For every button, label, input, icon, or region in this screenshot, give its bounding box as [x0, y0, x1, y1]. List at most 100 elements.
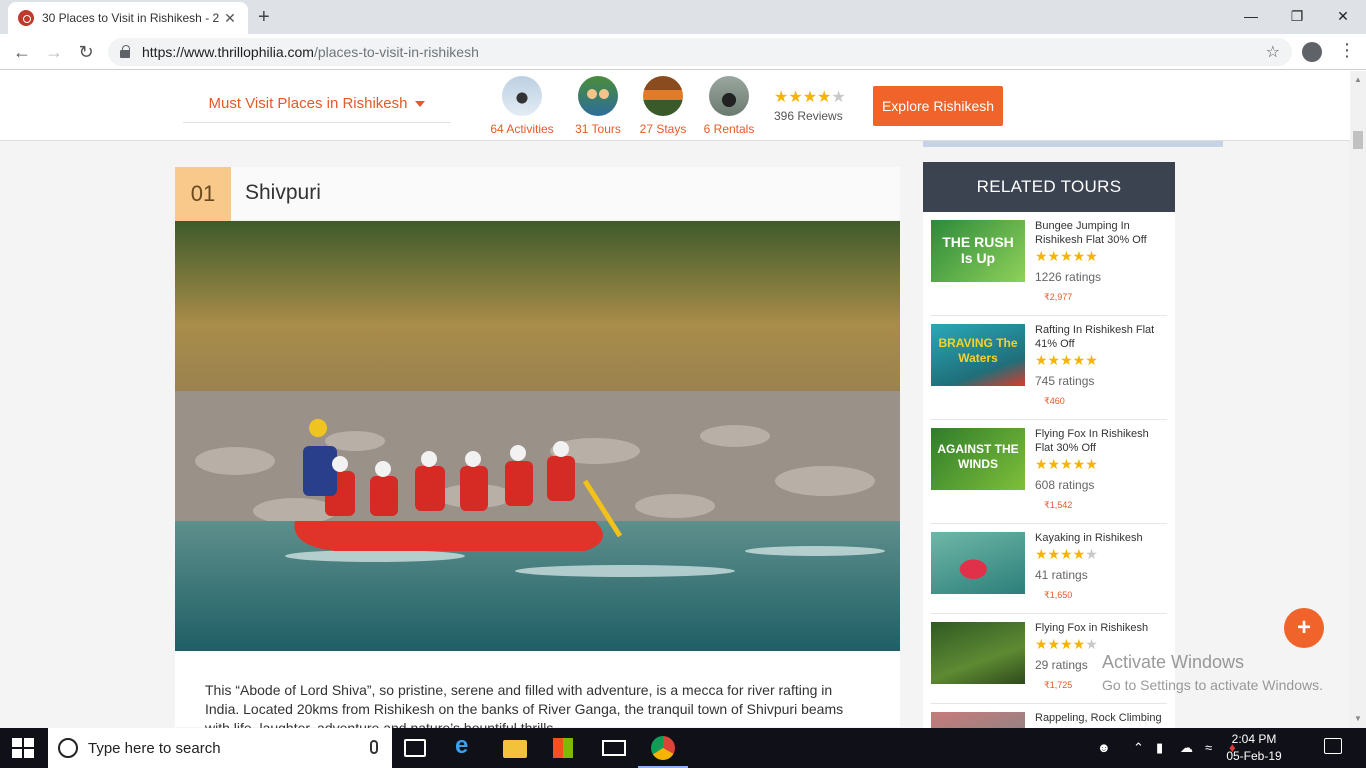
explore-button[interactable]: Explore Rishikesh [873, 86, 1003, 126]
chrome-icon[interactable] [651, 736, 675, 760]
tour-card[interactable]: BRAVING The Waters Rafting In Rishikesh … [931, 316, 1167, 420]
scroll-down-icon[interactable]: ▼ [1354, 714, 1362, 723]
related-tours-panel: RELATED TOURS THE RUSH Is Up Bungee Jump… [923, 162, 1175, 728]
camp-tents-icon [643, 76, 683, 116]
bookmark-star-icon[interactable]: ☆ [1266, 42, 1280, 62]
reload-icon[interactable]: ↻ [74, 40, 98, 64]
banner-strip [923, 141, 1223, 147]
rating-stars: ★★★★★ [774, 89, 846, 106]
activities-label: 64 Activities [490, 122, 554, 136]
bike-stunt-icon [502, 76, 542, 116]
action-center-icon[interactable] [1324, 738, 1342, 754]
watermark-subtitle: Go to Settings to activate Windows. [1102, 677, 1323, 693]
people-icon[interactable]: ☻ [1097, 740, 1111, 755]
tab-close-icon[interactable]: ✕ [222, 10, 238, 27]
tours-label: 31 Tours [575, 122, 621, 136]
url-path: /places-to-visit-in-rishikesh [313, 44, 479, 60]
forward-arrow-icon[interactable]: → [42, 40, 66, 64]
rentals-label: 6 Rentals [703, 122, 755, 136]
tour-stars: ★★★★★ [1035, 546, 1098, 562]
menu-dots-icon[interactable]: ⋮ [1338, 40, 1356, 61]
battery-icon[interactable]: ▮ [1156, 740, 1163, 756]
wifi-icon[interactable]: ≈ [1205, 740, 1212, 755]
tour-price: ₹1,650 [1044, 590, 1073, 600]
clock-date: 05-Feb-19 [1226, 749, 1282, 763]
profile-avatar-icon[interactable] [1302, 42, 1322, 62]
new-tab-button[interactable]: + [258, 6, 270, 29]
place-description: This “Abode of Lord Shiva”, so pristine,… [205, 682, 844, 728]
tour-thumbnail: THE RUSH Is Up [931, 220, 1025, 282]
tour-thumbnail-text: AGAINST THE WINDS [937, 442, 1019, 471]
browser-tab-strip: 30 Places to Visit in Rishikesh - 2 ✕ + … [0, 0, 1366, 34]
lock-icon [120, 45, 130, 58]
place-number: 01 [175, 167, 231, 221]
tour-stars: ★★★★★ [1035, 636, 1098, 652]
floating-add-button[interactable]: + [1284, 608, 1324, 648]
tour-thumbnail: BRAVING The Waters [931, 324, 1025, 386]
close-window-button[interactable]: ✕ [1320, 0, 1366, 32]
caret-down-icon [415, 100, 426, 107]
taskbar-search-box[interactable]: Type here to search [48, 728, 392, 768]
chevron-up-icon[interactable]: ⌃ [1133, 740, 1144, 756]
tour-stars: ★★★★★ [1035, 352, 1098, 368]
windows-taskbar: Type here to search e ☻ ⌃ ▮ ☁ ≈ ♦ 2:04 P… [0, 728, 1366, 768]
scroll-up-icon[interactable]: ▲ [1354, 75, 1362, 84]
tour-ratings: 29 ratings [1035, 658, 1088, 672]
tour-price: ₹2,977 [1044, 292, 1073, 302]
tour-price: ₹1,725 [1044, 680, 1073, 690]
motorbike-icon [709, 76, 749, 116]
page-scrollbar[interactable]: ▲ ▼ [1350, 71, 1366, 728]
tour-card[interactable]: Rappeling, Rock Climbing [931, 704, 1167, 728]
restore-button[interactable]: ❐ [1274, 0, 1320, 32]
tour-stars: ★★★★★ [1035, 456, 1098, 472]
tour-thumbnail-text: THE RUSH Is Up [942, 234, 1014, 266]
windows-start-icon[interactable] [12, 738, 34, 758]
watermark-title: Activate Windows [1102, 652, 1245, 672]
must-visit-dropdown[interactable]: Must Visit Places in Rishikesh [183, 85, 451, 123]
activities-link[interactable]: 64 Activities [482, 76, 562, 136]
tour-thumbnail-text: BRAVING The Waters [938, 336, 1018, 365]
sticky-header: Must Visit Places in Rishikesh 64 Activi… [0, 71, 1350, 141]
minimize-button[interactable]: — [1228, 0, 1274, 32]
stays-label: 27 Stays [639, 122, 687, 136]
tab-title: 30 Places to Visit in Rishikesh - 2 [42, 11, 220, 25]
tour-name[interactable]: Flying Fox in Rishikesh [1035, 621, 1167, 635]
microphone-icon[interactable] [370, 740, 378, 754]
tour-name[interactable]: Kayaking in Rishikesh [1035, 531, 1167, 545]
url-bar[interactable]: https://www.thrillophilia.com/places-to-… [108, 38, 1292, 66]
system-clock[interactable]: 2:04 PM 05-Feb-19 [1218, 731, 1290, 765]
tour-card[interactable]: Kayaking in Rishikesh ★★★★★ 41 ratings ₹… [931, 524, 1167, 614]
tour-card[interactable]: THE RUSH Is Up Bungee Jumping In Rishike… [931, 212, 1167, 316]
tour-thumbnail [931, 622, 1025, 684]
cortana-icon[interactable] [58, 738, 78, 758]
edge-browser-icon[interactable]: e [455, 732, 479, 759]
site-favicon-icon [18, 10, 34, 26]
scrollbar-thumb[interactable] [1353, 131, 1363, 149]
tour-thumbnail [931, 532, 1025, 594]
must-visit-label: Must Visit Places in Rishikesh [208, 95, 408, 112]
tour-name[interactable]: Bungee Jumping In Rishikesh Flat 30% Off [1035, 219, 1167, 247]
tour-name[interactable]: Rafting In Rishikesh Flat 41% Off [1035, 323, 1167, 351]
tour-card[interactable]: AGAINST THE WINDS Flying Fox In Rishikes… [931, 420, 1167, 524]
web-page: Must Visit Places in Rishikesh 64 Activi… [0, 71, 1350, 728]
search-placeholder: Type here to search [88, 739, 221, 757]
rafting-photo-image [175, 221, 900, 651]
rentals-link[interactable]: 6 Rentals [689, 76, 769, 136]
store-icon[interactable] [553, 738, 573, 758]
tour-ratings: 745 ratings [1035, 374, 1095, 388]
task-view-icon[interactable] [404, 739, 426, 757]
mail-icon[interactable] [602, 740, 626, 756]
tour-name[interactable]: Flying Fox In Rishikesh Flat 30% Off [1035, 427, 1167, 455]
tour-thumbnail [931, 712, 1025, 728]
browser-tab[interactable]: 30 Places to Visit in Rishikesh - 2 ✕ [8, 2, 248, 34]
related-tours-heading: RELATED TOURS [923, 162, 1175, 212]
file-explorer-icon[interactable] [503, 740, 527, 758]
reviews-count[interactable]: 396 Reviews [774, 109, 854, 123]
place-heading: 01 Shivpuri [175, 167, 900, 221]
back-arrow-icon[interactable]: ← [10, 40, 34, 64]
tour-ratings: 1226 ratings [1035, 270, 1102, 284]
onedrive-cloud-icon[interactable]: ☁ [1180, 740, 1193, 756]
place-title: Shivpuri [245, 181, 321, 204]
tour-name[interactable]: Rappeling, Rock Climbing [1035, 711, 1167, 725]
place-card: 01 Shivpuri This “Abode of Lord Shiva”, … [175, 167, 900, 728]
